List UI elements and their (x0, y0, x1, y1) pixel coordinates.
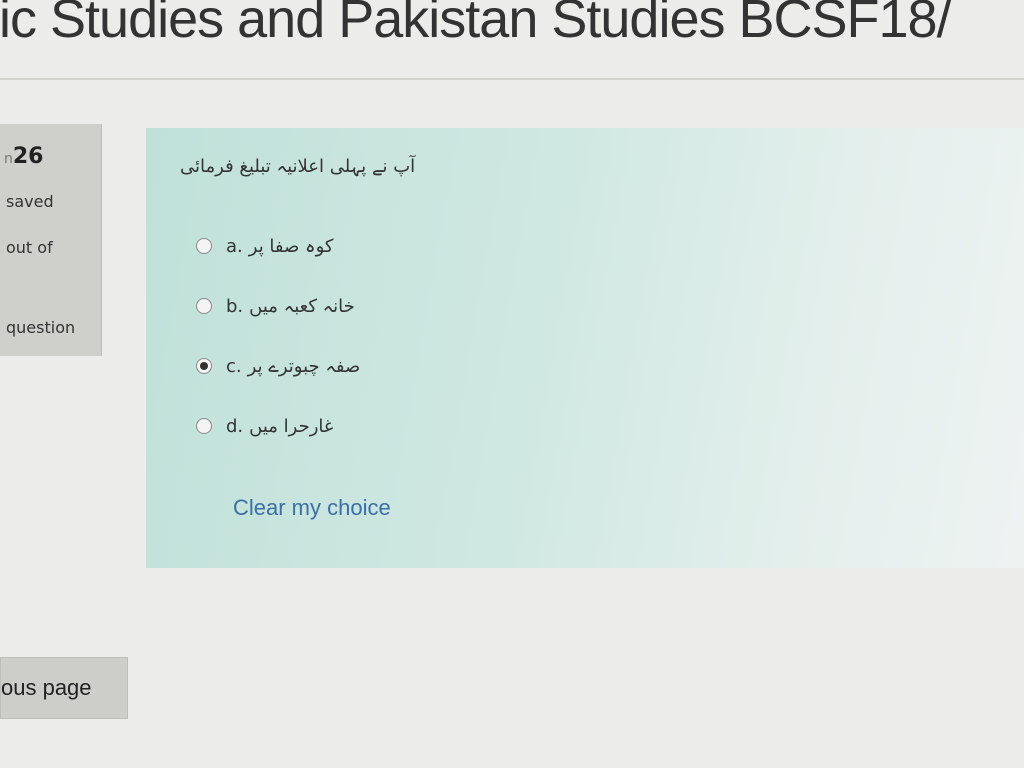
clear-choice-link[interactable]: Clear my choice (233, 495, 391, 521)
answer-option-c[interactable]: c. صفہ چبوترے پر (196, 352, 360, 380)
answer-option-d[interactable]: d. غارحرا میں (196, 412, 333, 440)
option-text: غارحرا میں (249, 415, 334, 437)
page-title: nic Studies and Pakistan Studies BCSF18/ (0, 0, 952, 49)
question-number: n26 (4, 144, 44, 169)
question-number-prefix: n (4, 151, 13, 167)
option-text: کوہ صفا پر (248, 235, 334, 257)
answer-option-b[interactable]: b. خانہ کعبہ میں (196, 292, 355, 320)
previous-page-button[interactable]: ous page (0, 657, 128, 719)
radio-button-a[interactable] (196, 238, 212, 254)
title-divider (0, 78, 1024, 80)
option-text: صفہ چبوترے پر (247, 355, 361, 377)
question-marks: out of (6, 238, 53, 257)
question-status: saved (6, 192, 54, 211)
previous-page-label: ous page (1, 675, 92, 700)
question-text: آپ نے پہلی اعلانیہ تبلیغ فرمائی (180, 156, 416, 177)
radio-button-d[interactable] (196, 418, 212, 434)
radio-button-b[interactable] (196, 298, 212, 314)
option-letter: c. (226, 355, 242, 377)
option-text: خانہ کعبہ میں (249, 295, 355, 317)
option-letter: d. (226, 415, 244, 437)
radio-button-c[interactable] (196, 358, 212, 374)
answer-option-a[interactable]: a. کوہ صفا پر (196, 232, 333, 260)
option-letter: a. (226, 235, 243, 257)
question-number-value: 26 (12, 144, 44, 169)
question-info-panel: n26 saved out of question (0, 124, 102, 356)
option-letter: b. (226, 295, 244, 317)
flag-question-link[interactable]: question (6, 318, 75, 337)
